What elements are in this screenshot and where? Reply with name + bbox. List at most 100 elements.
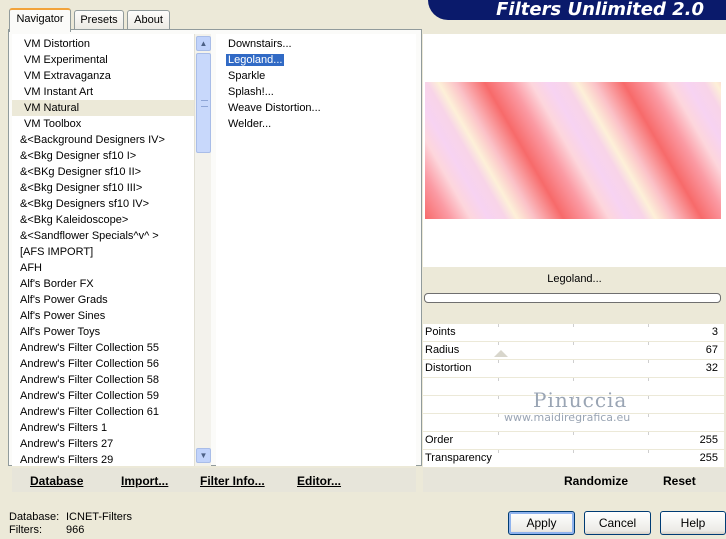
scroll-down-button[interactable]: ▼ <box>196 448 211 463</box>
import-button[interactable]: Import... <box>121 474 168 488</box>
filter-item[interactable]: Weave Distortion... <box>216 100 416 116</box>
preview-image <box>425 82 721 219</box>
category-item[interactable]: Andrew's Filter Collection 59 <box>12 388 194 404</box>
slider-tick <box>573 360 574 363</box>
param-label: Points <box>425 326 456 338</box>
slider-tick <box>498 450 499 453</box>
param-value: 67 <box>705 344 718 356</box>
category-item[interactable]: VM Distortion <box>12 36 194 52</box>
parameter-button-bar: Randomize Reset <box>423 468 726 492</box>
filters-count: 966 <box>66 524 85 536</box>
category-item[interactable]: AFH <box>12 260 194 276</box>
current-filter-name: Legoland... <box>423 268 726 290</box>
param-slider-row[interactable]: Distortion 32 <box>423 360 724 377</box>
category-item[interactable]: Andrew's Filters 1 <box>12 420 194 436</box>
slider-tick <box>648 324 649 327</box>
category-item[interactable]: Andrew's Filters 27 <box>12 436 194 452</box>
slider-tick <box>498 432 499 435</box>
category-item[interactable]: Alf's Power Toys <box>12 324 194 340</box>
category-item[interactable]: VM Toolbox <box>12 116 194 132</box>
filter-item[interactable]: Sparkle <box>216 68 416 84</box>
category-item[interactable]: VM Instant Art <box>12 84 194 100</box>
slider-tick <box>498 360 499 363</box>
filter-item[interactable]: Splash!... <box>216 84 416 100</box>
param-value: 255 <box>699 434 718 446</box>
filter-item[interactable]: Downstairs... <box>216 36 416 52</box>
param-label: Transparency <box>425 452 492 464</box>
filter-item[interactable]: Legoland... <box>216 52 416 68</box>
param-slider-row[interactable]: Radius 67 <box>423 342 724 359</box>
cancel-button[interactable]: Cancel <box>584 511 651 535</box>
category-item[interactable]: VM Extravaganza <box>12 68 194 84</box>
filter-item-label: Welder... <box>228 118 272 130</box>
slider-tick <box>498 396 499 399</box>
category-item[interactable]: VM Experimental <box>12 52 194 68</box>
category-item[interactable]: Andrew's Filter Collection 56 <box>12 356 194 372</box>
slider-tick <box>573 450 574 453</box>
category-item[interactable]: [AFS IMPORT] <box>12 244 194 260</box>
slider-tick <box>498 324 499 327</box>
param-slider-row[interactable]: Points 3 <box>423 324 724 341</box>
category-item[interactable]: Andrew's Filter Collection 58 <box>12 372 194 388</box>
category-item[interactable]: &<BKg Designer sf10 II> <box>12 164 194 180</box>
category-item[interactable]: Andrew's Filter Collection 55 <box>12 340 194 356</box>
category-item[interactable]: &<Bkg Designer sf10 I> <box>12 148 194 164</box>
slider-tick <box>498 342 499 345</box>
category-item[interactable]: &<Bkg Designers sf10 IV> <box>12 196 194 212</box>
slider-tick <box>648 450 649 453</box>
app-title: Filters Unlimited 2.0 <box>428 0 726 20</box>
scroll-up-button[interactable]: ▲ <box>196 36 211 51</box>
category-item[interactable]: &<Sandflower Specials^v^ > <box>12 228 194 244</box>
slider-marker-icon <box>494 350 508 357</box>
category-item[interactable]: Alf's Power Grads <box>12 292 194 308</box>
database-label: Database: <box>9 511 60 523</box>
category-item[interactable]: &<Bkg Designer sf10 III> <box>12 180 194 196</box>
filters-label: Filters: <box>9 524 42 536</box>
param-value: 3 <box>711 326 718 338</box>
filter-item-label: Legoland... <box>226 54 285 66</box>
tab-presets[interactable]: Presets <box>74 10 124 30</box>
randomize-button[interactable]: Randomize <box>564 474 628 488</box>
reset-button[interactable]: Reset <box>663 474 696 488</box>
slider-tick <box>648 396 649 399</box>
slider-tick <box>573 378 574 381</box>
slider-tick <box>648 342 649 345</box>
category-item[interactable]: VM Natural <box>12 100 194 116</box>
param-label: Distortion <box>425 362 472 374</box>
progress-bar <box>424 293 721 303</box>
category-item[interactable]: Andrew's Filter Collection 61 <box>12 404 194 420</box>
param-label: Radius <box>425 344 460 356</box>
category-item[interactable]: &<Bkg Kaleidoscope> <box>12 212 194 228</box>
slider-tick <box>648 432 649 435</box>
editor-button[interactable]: Editor... <box>297 474 341 488</box>
category-scrollbar[interactable]: ▲ ▼ <box>194 34 211 466</box>
filter-info-button[interactable]: Filter Info... <box>200 474 265 488</box>
param-label: Order <box>425 434 454 446</box>
category-item[interactable]: Alf's Border FX <box>12 276 194 292</box>
category-item[interactable]: Alf's Power Sines <box>12 308 194 324</box>
slider-tick <box>648 360 649 363</box>
category-list[interactable]: VM Distortion VM Experimental VM Extravaga… <box>12 34 194 466</box>
slider-tick <box>648 414 649 417</box>
slider-tick <box>573 342 574 345</box>
param-slider-row[interactable]: Order 255 <box>423 432 724 449</box>
tab-navigator[interactable]: Navigator <box>9 8 71 32</box>
param-slider-row[interactable]: Transparency 255 <box>423 450 724 467</box>
slider-tick <box>648 378 649 381</box>
database-button[interactable]: Database <box>30 474 83 488</box>
slider-tick <box>498 378 499 381</box>
param-value: 32 <box>705 362 718 374</box>
watermark-site: www.maidiregrafica.eu <box>504 411 631 424</box>
apply-button[interactable]: Apply <box>508 511 575 535</box>
scroll-thumb[interactable] <box>196 53 211 153</box>
help-button[interactable]: Help <box>660 511 726 535</box>
filter-list[interactable]: Downstairs... Legoland... Sparkle Splash!..… <box>216 34 416 466</box>
category-item[interactable]: &<Background Designers IV> <box>12 132 194 148</box>
filter-item-label: Downstairs... <box>228 38 292 50</box>
database-value: ICNET-Filters <box>66 511 132 523</box>
category-item[interactable]: Andrew's Filters 29 <box>12 452 194 466</box>
slider-tick <box>573 432 574 435</box>
tab-about[interactable]: About <box>127 10 170 30</box>
filter-item[interactable]: Welder... <box>216 116 416 132</box>
filter-item-label: Weave Distortion... <box>228 102 321 114</box>
